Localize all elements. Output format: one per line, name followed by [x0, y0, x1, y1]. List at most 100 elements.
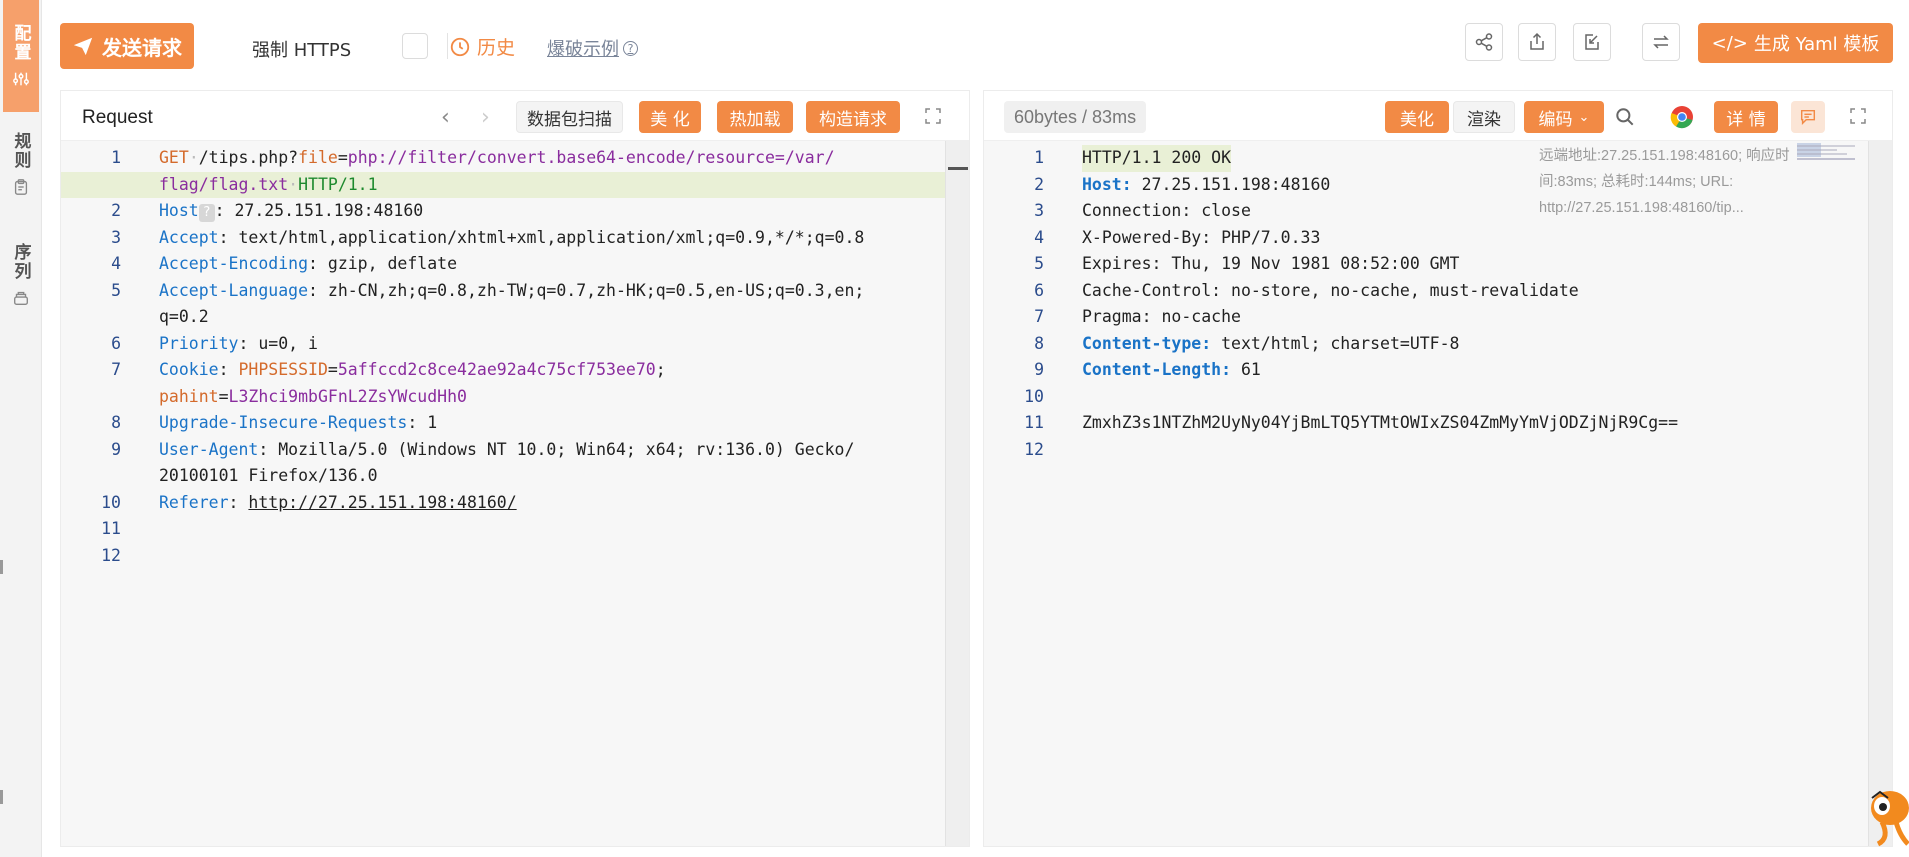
burst-example-link[interactable]: 爆破示例 ?	[547, 35, 638, 61]
referer-link[interactable]: http://27.25.151.198:48160/	[248, 493, 516, 512]
cookie-name: pahint	[159, 386, 219, 406]
history-button[interactable]: 历史	[449, 33, 515, 60]
hint-badge[interactable]: ?	[198, 204, 215, 222]
import-button[interactable]	[1573, 23, 1611, 61]
response-scrollbar[interactable]	[1868, 141, 1892, 846]
chevron-left-icon[interactable]: ‹	[441, 105, 450, 130]
request-editor[interactable]: 1 GET·/tips.php?file=php://filter/conver…	[61, 141, 969, 846]
expand-icon[interactable]	[923, 106, 943, 126]
code-line: 4 X-Powered-By: PHP/7.0.33	[984, 225, 1892, 252]
header-line: Pragma: no-cache	[1082, 307, 1241, 326]
header-key: User-Agent	[159, 439, 259, 459]
header-key: Referer	[159, 492, 229, 512]
code-line: 8 Upgrade-Insecure-Requests: 1	[61, 410, 969, 437]
code-line: 5 Accept-Language: zh-CN,zh;q=0.8,zh-TW;…	[61, 278, 969, 305]
response-editor[interactable]: 1 HTTP/1.1 200 OK 2 Host: 27.25.151.198:…	[984, 141, 1892, 846]
header-line: Cache-Control: no-store, no-cache, must-…	[1082, 280, 1579, 300]
line-number	[61, 384, 121, 411]
force-https-label: 强制 HTTPS	[252, 40, 352, 61]
header-line: Expires: Thu, 19 Nov 1981 08:52:00 GMT	[1082, 254, 1460, 273]
help-icon: ?	[623, 40, 638, 56]
line-number: 12	[101, 545, 121, 565]
sidebar-tab-rules[interactable]: 规则	[3, 132, 39, 212]
generate-yaml-button[interactable]: </> 生成 Yaml 模板	[1698, 23, 1893, 63]
toolbar-divider	[447, 33, 448, 59]
hot-load-button[interactable]: 热加载	[717, 101, 793, 133]
expand-icon[interactable]	[1848, 106, 1868, 126]
response-panel-header: 60bytes / 83ms 美化 渲染 编码 ⌄ 详 情	[984, 91, 1892, 141]
code-line: 8 Content-type: text/html; charset=UTF-8	[984, 331, 1892, 358]
header-value: : 1	[407, 413, 438, 432]
line-number	[61, 304, 121, 331]
line-number: 6	[1034, 280, 1044, 300]
response-body: ZmxhZ3s1NTZhM2UyNy04YjBmLTQ5YTMtOWIxZS04…	[1082, 413, 1679, 432]
top-toolbar: 发送请求 强制 HTTPS 历史 爆破示例 ? </> 生成 Yaml 模板	[42, 0, 1909, 88]
comment-icon	[1800, 109, 1816, 126]
line-number	[61, 463, 121, 490]
line-number: 7	[1034, 307, 1044, 326]
header-key: Content-Length:	[1082, 360, 1232, 379]
search-icon[interactable]	[1614, 106, 1636, 128]
code-line: flag/flag.txt·HTTP/1.1	[61, 171, 969, 198]
minimap[interactable]	[1797, 141, 1857, 165]
line-number: 8	[111, 413, 121, 432]
generate-yaml-label: 生成 Yaml 模板	[1753, 34, 1880, 55]
cookie-value: 5affccd2c8ce42ae92a4c75cf753ee70	[337, 360, 656, 379]
sidebar-tab-config[interactable]: 配置	[3, 0, 39, 112]
request-scrollbar[interactable]	[945, 141, 969, 846]
line-number: 12	[1024, 439, 1044, 459]
details-button[interactable]: 详 情	[1714, 101, 1778, 133]
sidebar-edge-mark	[0, 790, 3, 804]
line-number: 4	[111, 254, 121, 273]
query-param-name: file	[298, 148, 338, 167]
code-line: 1 GET·/tips.php?file=php://filter/conver…	[61, 145, 969, 172]
code-line: 3 Accept: text/html,application/xhtml+xm…	[61, 225, 969, 252]
line-number: 3	[111, 227, 121, 247]
export-button[interactable]	[1518, 23, 1556, 61]
request-beautify-button[interactable]: 美 化	[639, 101, 701, 133]
sidebar-tab-sequence[interactable]: 序列	[3, 243, 39, 323]
code-line: 9 Content-Length: 61	[984, 357, 1892, 384]
sidebar-tab-label: 规则	[10, 132, 31, 170]
history-label: 历史	[477, 37, 516, 59]
mascot-icon[interactable]	[1860, 778, 1909, 848]
render-button[interactable]: 渲染	[1453, 101, 1515, 133]
header-value: : Mozilla/5.0 (Windows NT 10.0; Win64; x…	[258, 439, 855, 459]
comment-button[interactable]	[1791, 101, 1825, 133]
force-https-checkbox[interactable]	[402, 33, 428, 59]
chrome-icon[interactable]	[1670, 105, 1694, 129]
response-beautify-button[interactable]: 美化	[1385, 101, 1449, 133]
stack-icon	[14, 291, 28, 305]
send-request-button[interactable]: 发送请求	[60, 23, 194, 69]
scrollbar-thumb[interactable]	[948, 167, 968, 170]
packet-scan-button[interactable]: 数据包扫描	[516, 101, 623, 133]
code-line: 12	[984, 437, 1892, 464]
line-number: 10	[1024, 386, 1044, 406]
code-line: 6 Cache-Control: no-store, no-cache, mus…	[984, 278, 1892, 305]
swap-icon	[1653, 35, 1669, 49]
code-line: q=0.2	[61, 304, 969, 331]
query-param-value: php://filter/convert.base64-encode/resou…	[347, 148, 835, 167]
chevron-right-icon[interactable]: ›	[481, 105, 490, 130]
code-line: 2 Host?: 27.25.151.198:48160	[61, 198, 969, 225]
code-line: 7 Pragma: no-cache	[984, 304, 1892, 331]
request-title: Request	[82, 107, 153, 128]
line-number: 2	[1034, 174, 1044, 194]
header-key: Cookie	[159, 360, 219, 379]
status-line: HTTP/1.1 200 OK	[1082, 145, 1232, 172]
build-request-button[interactable]: 构造请求	[806, 101, 900, 133]
line-number: 2	[111, 201, 121, 220]
http-protocol: HTTP/1.1	[298, 174, 378, 194]
export-icon	[1530, 32, 1544, 50]
line-number: 1	[111, 148, 121, 167]
swap-button[interactable]	[1642, 23, 1680, 61]
cookie-name: PHPSESSID	[238, 360, 328, 379]
header-key: Accept	[159, 227, 219, 247]
encode-dropdown[interactable]: 编码 ⌄	[1524, 101, 1604, 133]
code-line: 10	[984, 384, 1892, 411]
share-button[interactable]	[1465, 23, 1503, 61]
line-number: 8	[1034, 333, 1044, 353]
header-value: :	[218, 360, 239, 379]
